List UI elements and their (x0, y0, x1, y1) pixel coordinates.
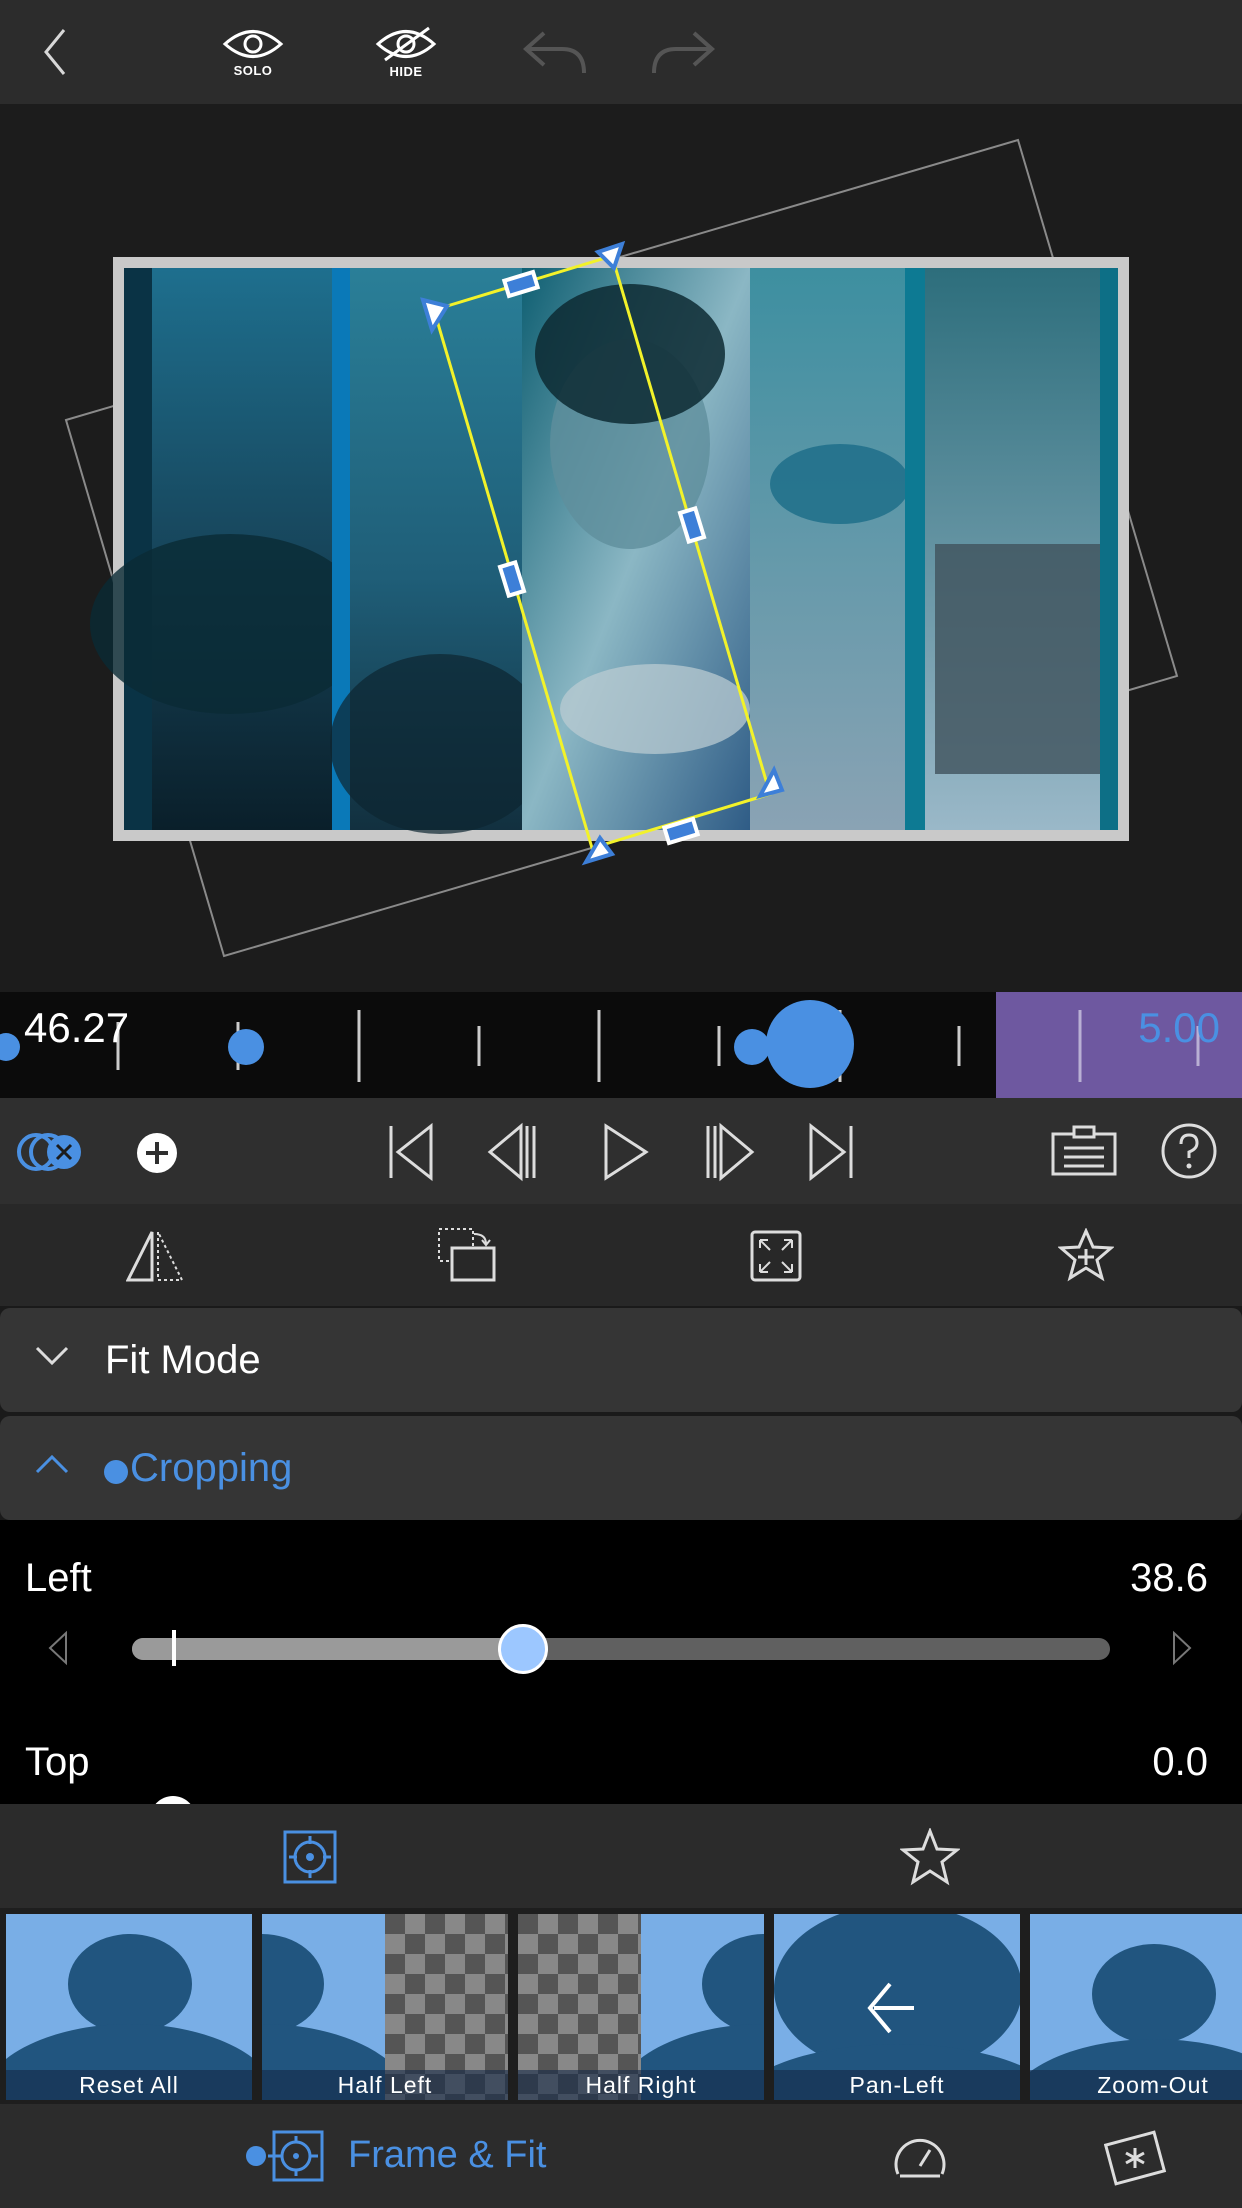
star-icon[interactable] (900, 1828, 960, 1886)
preview-svg (64, 138, 1179, 958)
fit-mode-header[interactable]: Fit Mode (0, 1308, 1242, 1412)
active-indicator-dot (104, 1460, 128, 1484)
keyframe-marker (0, 1033, 20, 1061)
increment-icon[interactable] (1170, 1630, 1194, 1666)
bottom-bar: Frame & Fit (0, 2104, 1242, 2208)
chevron-down-icon (35, 1346, 69, 1366)
preset-label: Reset All (6, 2070, 252, 2100)
step-forward-icon[interactable] (704, 1122, 756, 1182)
undo-icon (522, 31, 586, 74)
portrait-hair (535, 284, 725, 424)
add-icon[interactable] (136, 1132, 178, 1174)
preset-label: Zoom-Out (1030, 2070, 1242, 2100)
clip-duration[interactable]: 5.00 (1138, 1004, 1220, 1052)
preset-tabs (0, 1804, 1242, 1908)
flip-icon[interactable] (126, 1228, 184, 1284)
hide-label: HIDE (389, 63, 423, 79)
portrait-necklace (560, 664, 750, 754)
fit-mode-title: Fit Mode (105, 1337, 261, 1382)
skip-end-icon[interactable] (806, 1122, 856, 1182)
top-label: Top (25, 1740, 90, 1784)
keyframe-marker (228, 1029, 264, 1065)
step-back-icon[interactable] (486, 1122, 538, 1182)
timeline-scrubber[interactable]: 46.27 5.00 (0, 992, 1242, 1098)
fit-frame-icon[interactable] (750, 1230, 802, 1282)
preset-label: Half Left (262, 2070, 508, 2100)
keyboard-shape (935, 544, 1100, 774)
preset-zoom-out[interactable]: Zoom-Out (1030, 1914, 1242, 2100)
frame-fit-title[interactable]: Frame & Fit (348, 2134, 546, 2177)
keyframe-marker (734, 1029, 770, 1065)
speedometer-icon[interactable] (892, 2132, 948, 2180)
eye-off-icon (375, 26, 437, 61)
left-label: Left (25, 1556, 92, 1600)
top-value[interactable]: 0.0 (1152, 1740, 1208, 1785)
preview-canvas[interactable] (0, 104, 1242, 992)
left-value[interactable]: 38.6 (1130, 1556, 1208, 1601)
decrement-icon[interactable] (46, 1630, 70, 1666)
crop-params: Left 38.6 Top 0.0 (0, 1520, 1242, 1804)
strip-divider-2 (905, 268, 925, 830)
preset-label: Pan-Left (774, 2070, 1020, 2100)
forest-shape (90, 534, 370, 714)
playhead-marker (766, 1000, 854, 1088)
eye-icon (222, 29, 284, 58)
preset-half-right[interactable]: Half Right (518, 1914, 764, 2100)
top-toolbar: SOLO HIDE (0, 0, 1242, 104)
skip-start-icon[interactable] (386, 1122, 436, 1182)
frame-fit-icon[interactable] (268, 2130, 324, 2182)
strip-edge-right (1100, 268, 1118, 830)
redo-button[interactable] (648, 0, 718, 104)
clipboard-icon[interactable] (1050, 1124, 1118, 1178)
cropping-title: Cropping (130, 1445, 293, 1490)
active-indicator-dot (246, 2146, 266, 2166)
play-icon[interactable] (600, 1122, 650, 1182)
redo-icon (652, 31, 716, 74)
cropping-header[interactable]: Cropping (0, 1416, 1242, 1520)
eye-shape (770, 444, 910, 524)
current-time: 46.27 (24, 1004, 130, 1051)
tool-row (0, 1204, 1242, 1306)
preset-label: Half Right (518, 2070, 764, 2100)
runners-shape (330, 654, 550, 834)
solo-label: SOLO (233, 62, 273, 78)
preset-reset-all[interactable]: Reset All (6, 1914, 252, 2100)
back-button[interactable] (30, 0, 80, 104)
hide-button[interactable]: HIDE (371, 0, 441, 104)
left-slider[interactable] (132, 1624, 1110, 1674)
help-icon[interactable] (1160, 1122, 1218, 1180)
target-icon[interactable] (283, 1830, 337, 1884)
undo-button[interactable] (520, 0, 590, 104)
slider-default-marker (172, 1630, 176, 1666)
solo-button[interactable]: SOLO (218, 0, 288, 104)
chevron-up-icon (35, 1454, 69, 1474)
layers-icon[interactable] (16, 1132, 86, 1172)
slider-fill (132, 1638, 523, 1660)
transport-bar (0, 1098, 1242, 1204)
slider-thumb[interactable] (498, 1624, 548, 1674)
preset-strip: Reset All Half Left Half Right Pan-Left … (0, 1908, 1242, 2104)
strip-edge (124, 268, 152, 830)
top-slider-thumb[interactable] (150, 1796, 196, 1804)
timeline-ticks (0, 1000, 1200, 1088)
favorite-add-icon[interactable] (1058, 1228, 1114, 1282)
preset-half-left[interactable]: Half Left (262, 1914, 508, 2100)
chevron-left-icon (44, 29, 66, 75)
effects-icon[interactable] (1104, 2128, 1168, 2186)
preset-pan-left[interactable]: Pan-Left (774, 1914, 1020, 2100)
rotate-crop-icon[interactable] (436, 1226, 498, 1284)
strip-eye (750, 268, 905, 830)
